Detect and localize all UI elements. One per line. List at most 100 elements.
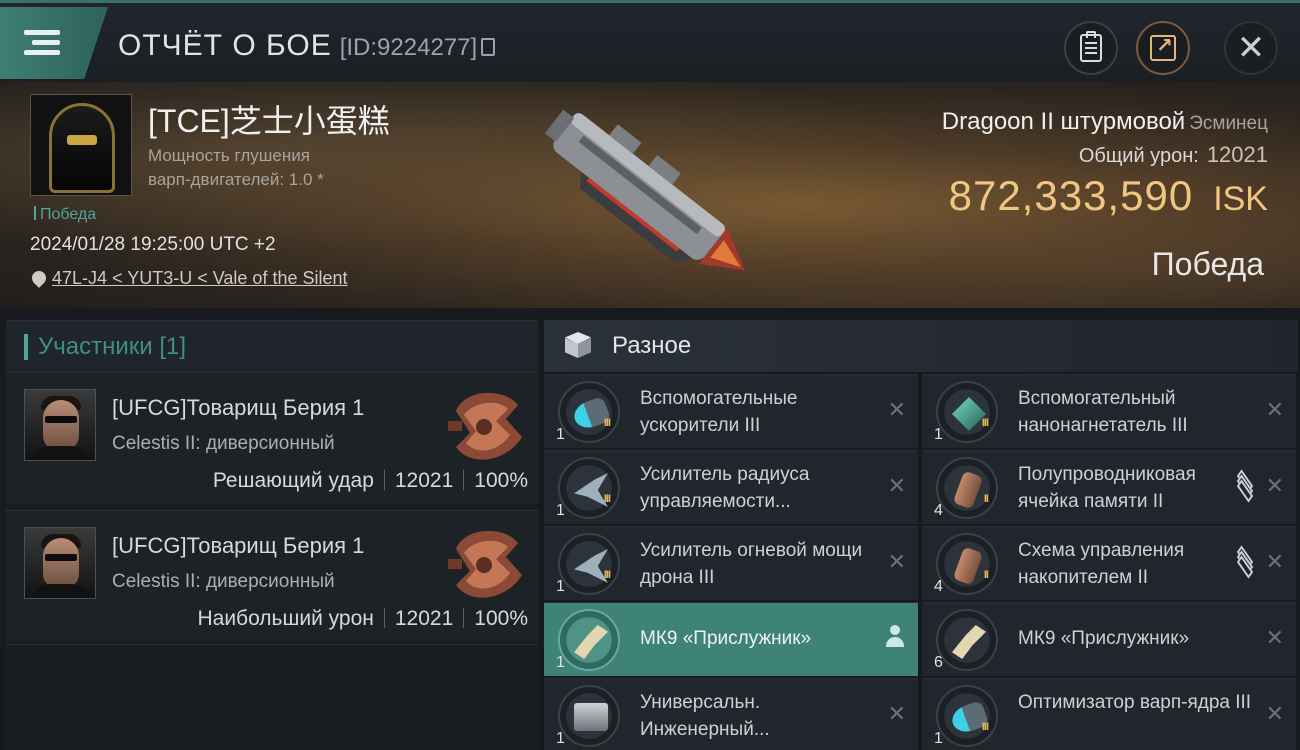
item-row[interactable]: II 4 Полупроводниковая ячейка памяти II … [922, 450, 1296, 524]
battle-result: Победа [1151, 246, 1264, 282]
nanopump-icon: III [936, 381, 998, 443]
victim-avatar[interactable] [30, 94, 132, 196]
item-row[interactable]: III 1 Оптимизатор варп-ядра III ✕ [922, 678, 1296, 750]
item-row-selected[interactable]: 1 МК9 «Прислужник» [544, 602, 918, 676]
item-quantity: 1 [556, 502, 565, 519]
participant-ship: Celestis II: диверсионный [112, 571, 335, 592]
participant-avatar[interactable] [24, 389, 96, 461]
warp-jam-strength: Мощность глушения варп-двигателей: 1.0 * [148, 144, 324, 192]
participant-avatar[interactable] [24, 527, 96, 599]
destroyed-x-icon: ✕ [887, 701, 906, 726]
drone-mk9-icon [936, 609, 998, 671]
victim-ship-name[interactable]: Dragoon II штурмовой Эсминец [942, 108, 1268, 136]
close-button[interactable]: ✕ [1224, 21, 1278, 75]
drone-mk9-icon [558, 609, 620, 671]
item-row[interactable]: 1 Универсальн. Инженерный... ✕ [544, 678, 918, 750]
capacitor-circuit-icon: II [936, 533, 998, 595]
items-header[interactable]: Разное [544, 320, 1298, 372]
item-name: Полупроводниковая ячейка памяти II [1018, 464, 1196, 512]
item-quantity: 1 [556, 426, 565, 443]
close-icon: ✕ [1236, 29, 1266, 67]
ship-class: Эсминец [1189, 113, 1268, 134]
location-text[interactable]: 47L-J4 < YUT3-U < Vale of the Silent [52, 268, 348, 288]
item-name: Вспомогательные ускорители III [640, 388, 798, 436]
location-link[interactable]: 47L-J4 < YUT3-U < Vale of the Silent [29, 268, 348, 289]
item-row[interactable]: III 1 Усилитель огневой мощи дрона III ✕ [544, 526, 918, 600]
item-row[interactable]: III 1 Вспомогательный нанонагнетатель II… [922, 374, 1296, 448]
item-quantity: 1 [556, 654, 565, 671]
victim-summary: [TCE]芝士小蛋糕 Мощность глушения варп-двигат… [0, 82, 1300, 308]
isk-amount: 872,333,590 [948, 172, 1194, 219]
page-title: ОТЧЁТ О БОЕ [ID:9224277] [118, 29, 496, 63]
total-damage-label: Общий урон: [1078, 145, 1199, 167]
thruster-icon: III [558, 381, 620, 443]
copy-icon[interactable] [481, 38, 496, 56]
item-quantity: 6 [934, 654, 943, 671]
item-name: Вспомогательный нанонагнетатель III [1018, 388, 1188, 436]
item-name: Универсальн. Инженерный... [640, 692, 770, 740]
item-name: Усилитель огневой мощи дрона III [640, 540, 863, 588]
item-name: МК9 «Прислужник» [640, 628, 812, 649]
share-button[interactable] [1136, 21, 1190, 75]
victim-name[interactable]: [TCE]芝士小蛋糕 [148, 96, 390, 142]
item-name: Оптимизатор варп-ядра III [1018, 692, 1252, 713]
participant-row[interactable]: [UFCG]Товарищ Берия 1 Celestis II: дивер… [6, 510, 538, 642]
item-row[interactable]: III 1 Усилитель радиуса управляемости...… [544, 450, 918, 524]
item-row[interactable]: 6 МК9 «Прислужник» ✕ [922, 602, 1296, 676]
item-name: Усилитель радиуса управляемости... [640, 464, 810, 512]
drone-range-icon: III [558, 457, 620, 519]
celestis-ship-icon [448, 392, 522, 460]
item-name: Схема управления накопителем II [1018, 540, 1185, 588]
clipboard-button[interactable] [1064, 21, 1118, 75]
item-quantity: 1 [556, 730, 565, 747]
participants-header-text: Участники [1] [38, 332, 187, 360]
participant-role: Наибольший урон [197, 607, 374, 630]
victim-ship-image[interactable] [520, 90, 770, 300]
destroyed-x-icon: ✕ [1265, 625, 1284, 650]
location-pin-icon [29, 268, 49, 288]
stack-icon [1234, 545, 1256, 579]
item-row[interactable]: III 1 Вспомогательные ускорители III ✕ [544, 374, 918, 448]
destroyed-x-icon: ✕ [887, 397, 906, 422]
person-icon [886, 625, 904, 647]
item-quantity: 1 [934, 426, 943, 443]
ship-name-text: Dragoon II штурмовой [941, 108, 1186, 135]
participants-header[interactable]: Участники [1] [6, 320, 538, 372]
participant-name[interactable]: [UFCG]Товарищ Берия 1 [112, 533, 364, 559]
result-tag: Победа [34, 206, 96, 224]
item-row[interactable]: II 4 Схема управления накопителем II ✕ [922, 526, 1296, 600]
total-damage: Общий урон: 12021 [1079, 142, 1268, 168]
participant-role: Решающий удар [212, 469, 374, 492]
participant-stats: Наибольший урон 12021 100% [197, 607, 528, 631]
report-id: [ID:9224277] [339, 34, 478, 61]
participant-name[interactable]: [UFCG]Товарищ Берия 1 [112, 395, 364, 421]
top-bar: ОТЧЁТ О БОЕ [ID:9224277] ✕ [0, 0, 1300, 82]
participant-damage: 12021 [394, 607, 454, 630]
item-quantity: 1 [934, 730, 943, 747]
total-damage-value: 12021 [1206, 142, 1268, 167]
participant-ship: Celestis II: диверсионный [112, 433, 335, 454]
destroyed-x-icon: ✕ [887, 549, 906, 574]
clipboard-icon [1080, 31, 1102, 62]
participant-damage: 12021 [394, 469, 454, 492]
jam-line-1: Мощность глушения [148, 146, 310, 165]
items-header-text: Разное [612, 332, 692, 359]
page-title-text: ОТЧЁТ О БОЕ [118, 29, 332, 62]
stack-icon [1234, 469, 1256, 503]
isk-value: 872,333,590 ISK [949, 172, 1268, 220]
jam-line-2: варп-двигателей: 1.0 * [148, 170, 324, 189]
engineering-icon [558, 685, 620, 747]
memory-cell-icon: II [936, 457, 998, 519]
isk-currency: ISK [1213, 180, 1268, 218]
warp-core-icon: III [936, 685, 998, 747]
item-quantity: 1 [556, 578, 565, 595]
participants-panel: Участники [1] [UFCG]Товарищ Берия 1 Cele… [0, 308, 540, 750]
participant-stats: Решающий удар 12021 100% [213, 469, 528, 493]
menu-button[interactable] [0, 7, 108, 79]
destroyed-x-icon: ✕ [1265, 397, 1284, 422]
item-name: МК9 «Прислужник» [1018, 628, 1190, 649]
destroyed-x-icon: ✕ [1265, 473, 1284, 498]
destroyed-x-icon: ✕ [1265, 701, 1284, 726]
participants-empty-space [6, 644, 538, 750]
participant-row[interactable]: [UFCG]Товарищ Берия 1 Celestis II: дивер… [6, 372, 538, 504]
